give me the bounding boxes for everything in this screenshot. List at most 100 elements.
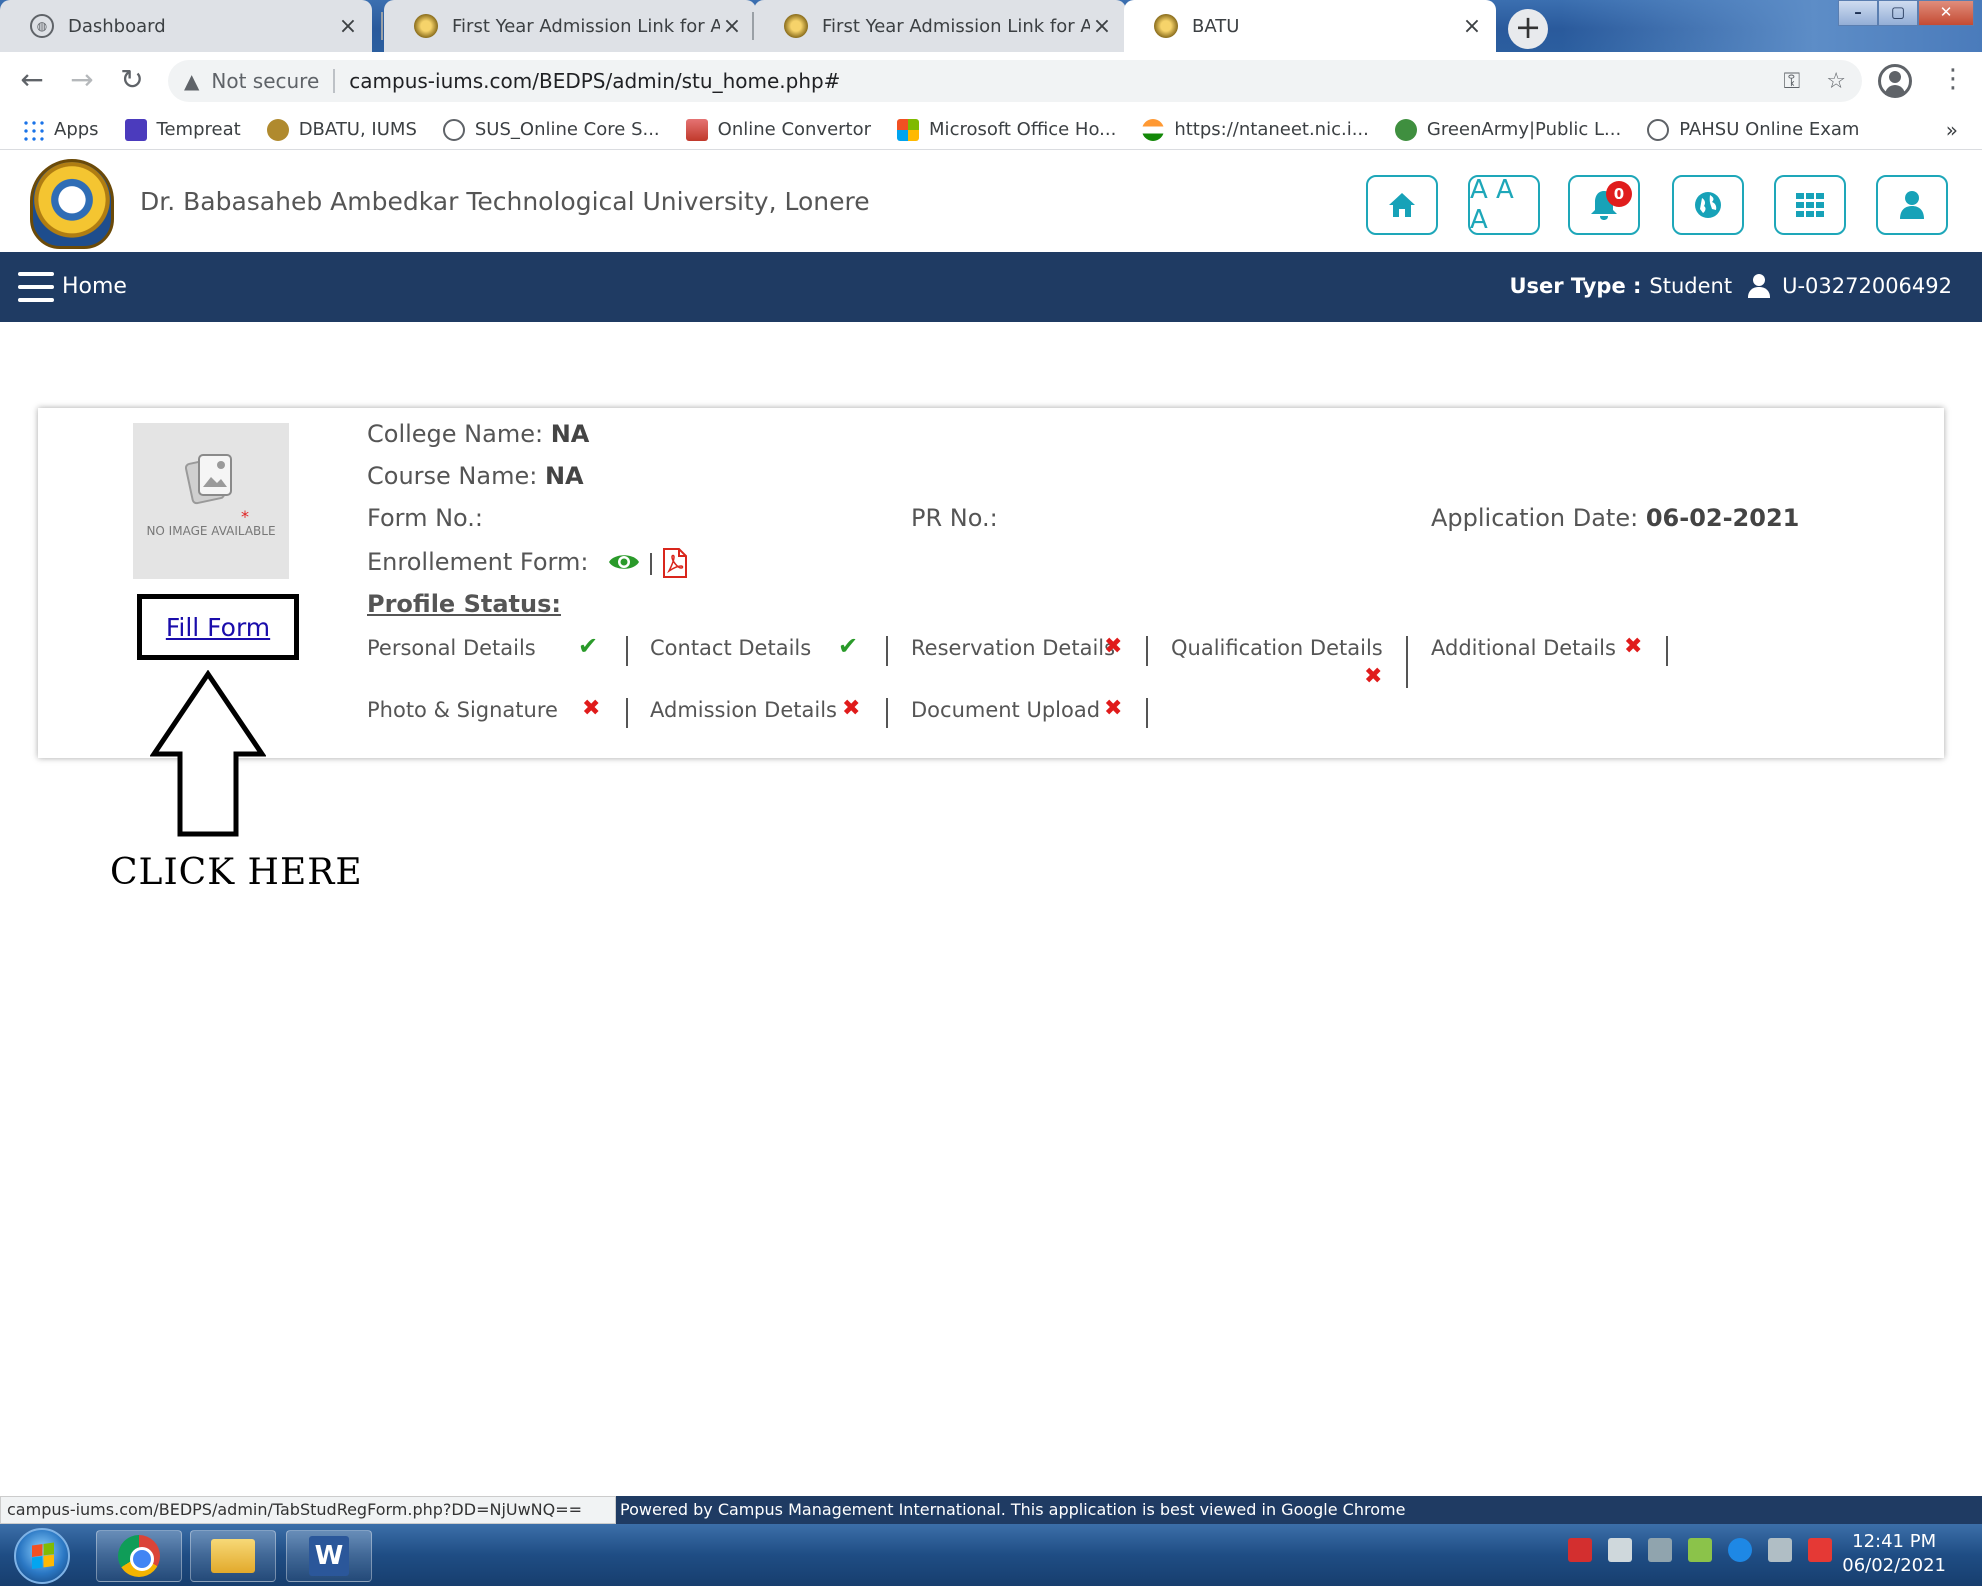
star-icon[interactable]: ☆ [1826, 69, 1846, 94]
status-personal-details[interactable]: Personal Details [367, 636, 536, 660]
university-logo[interactable] [30, 159, 114, 249]
university-seal-icon [1154, 14, 1178, 38]
pdf-icon[interactable] [662, 548, 688, 578]
nav-home-link[interactable]: Home [62, 274, 127, 299]
bookmark-greenarmy[interactable]: GreenArmy|Public L... [1394, 118, 1621, 141]
apps-grid-button[interactable] [1774, 175, 1846, 235]
grid-icon [1796, 193, 1824, 217]
divider [1146, 636, 1148, 666]
form-no: Form No.: [367, 504, 484, 532]
hamburger-menu-icon[interactable] [18, 272, 54, 304]
check-icon: ✔ [578, 632, 599, 660]
home-button[interactable] [1366, 175, 1438, 235]
tab-close-icon[interactable]: × [1090, 14, 1114, 39]
action-center-flag-icon[interactable] [1808, 1538, 1832, 1562]
devices-tray-icon[interactable] [1648, 1538, 1672, 1562]
security-label[interactable]: Not secure [211, 69, 319, 93]
user-type-value: Student [1649, 274, 1733, 298]
tab-title: First Year Admission Link for All C [452, 15, 720, 37]
clock-date: 06/02/2021 [1842, 1555, 1946, 1576]
update-tray-icon[interactable] [1728, 1538, 1752, 1562]
status-contact-details[interactable]: Contact Details [650, 636, 811, 660]
key-icon[interactable]: ⚿ [1784, 69, 1801, 94]
tab-close-icon[interactable]: × [1460, 14, 1484, 39]
browser-toolbar: ← → ↻ ▲ Not secure campus-iums.com/BEDPS… [0, 52, 1982, 110]
tab-admission-link-2[interactable]: First Year Admission Link for All C × [754, 0, 1126, 52]
close-window-button[interactable]: ✕ [1918, 0, 1974, 26]
menu-dots-icon[interactable]: ⋮ [1940, 62, 1966, 98]
notification-badge: 0 [1606, 181, 1632, 207]
cross-icon: ✖ [1624, 634, 1643, 659]
site-footer: Powered by Campus Management Internation… [616, 1496, 1982, 1524]
window-controls: – ▢ ✕ [1838, 0, 1974, 26]
search-tray-icon[interactable] [1568, 1538, 1592, 1562]
bookmark-sus-online[interactable]: SUS_Online Core S... [442, 118, 660, 141]
language-button[interactable] [1672, 175, 1744, 235]
user-type-label: User Type : [1509, 274, 1642, 298]
minimize-button[interactable]: – [1838, 0, 1878, 26]
volume-tray-icon[interactable] [1768, 1538, 1792, 1562]
college-name: College Name: NA [367, 420, 590, 448]
more-bookmarks-icon[interactable]: » [1946, 118, 1958, 142]
tab-close-icon[interactable]: × [336, 14, 360, 39]
bookmark-tempreat[interactable]: Tempreat [124, 118, 241, 141]
tab-admission-link-1[interactable]: First Year Admission Link for All C × [384, 0, 756, 52]
status-photo-signature[interactable]: Photo & Signature [367, 698, 558, 722]
status-reservation-details[interactable]: Reservation Details [911, 636, 1115, 660]
status-qualification-details[interactable]: Qualification Details [1171, 636, 1383, 660]
apps-grid-icon [22, 118, 44, 141]
view-eye-icon[interactable] [608, 550, 640, 574]
bookmark-online-convertor[interactable]: Online Convertor [685, 118, 871, 141]
tab-batu[interactable]: BATU × [1124, 0, 1496, 52]
network-tray-icon[interactable] [1608, 1538, 1632, 1562]
taskbar-word[interactable]: W [286, 1530, 372, 1582]
browser-tab-strip: ◍ Dashboard × First Year Admission Link … [0, 0, 1982, 52]
font-size-button[interactable]: A A A [1468, 175, 1540, 235]
bookmark-apps[interactable]: Apps [22, 118, 99, 141]
url-text[interactable]: campus-iums.com/BEDPS/admin/stu_home.php… [349, 69, 840, 93]
address-bar[interactable]: ▲ Not secure campus-iums.com/BEDPS/admin… [168, 60, 1862, 102]
divider [1406, 636, 1408, 688]
new-tab-button[interactable]: + [1508, 9, 1548, 49]
check-icon: ✔ [838, 632, 859, 660]
bookmark-dbatu-iums[interactable]: DBATU, IUMS [266, 118, 417, 141]
system-clock[interactable]: 12:41 PM 06/02/2021 [1842, 1530, 1946, 1578]
start-button[interactable] [14, 1528, 70, 1584]
user-profile-button[interactable] [1876, 175, 1948, 235]
list-icon [124, 118, 147, 141]
pr-no: PR No.: [911, 504, 998, 532]
power-tray-icon[interactable] [1688, 1538, 1712, 1562]
tab-dashboard[interactable]: ◍ Dashboard × [0, 0, 372, 52]
user-id: U-03272006492 [1782, 274, 1952, 298]
warning-icon[interactable]: ▲ [184, 69, 199, 93]
bookmarks-bar: Apps Tempreat DBATU, IUMS SUS_Online Cor… [0, 110, 1982, 150]
bookmark-microsoft-office[interactable]: Microsoft Office Ho... [897, 118, 1116, 141]
jpg-pdf-icon [685, 118, 708, 141]
divider [1666, 636, 1668, 666]
notifications-button[interactable]: 0 [1568, 175, 1640, 235]
taskbar-chrome[interactable] [96, 1530, 182, 1582]
cross-icon: ✖ [842, 696, 861, 721]
click-here-annotation: CLICK HERE [110, 852, 363, 893]
word-icon: W [309, 1536, 349, 1576]
student-photo-placeholder: * NO IMAGE AVAILABLE [133, 423, 289, 579]
home-icon [1389, 193, 1415, 217]
application-date: Application Date: 06-02-2021 [1431, 504, 1800, 532]
bookmark-pahsu[interactable]: PAHSU Online Exam [1647, 118, 1859, 141]
status-additional-details[interactable]: Additional Details [1431, 636, 1616, 660]
status-admission-details[interactable]: Admission Details [650, 698, 837, 722]
cross-icon: ✖ [1104, 696, 1123, 721]
user-icon [1900, 191, 1924, 219]
status-document-upload[interactable]: Document Upload [911, 698, 1100, 722]
tab-close-icon[interactable]: × [720, 14, 744, 39]
bookmark-ntaneet[interactable]: https://ntaneet.nic.i... [1142, 118, 1369, 141]
up-arrow-icon [150, 670, 266, 837]
maximize-button[interactable]: ▢ [1878, 0, 1918, 26]
fill-form-link[interactable]: Fill Form [142, 613, 294, 642]
taskbar-explorer[interactable] [190, 1530, 276, 1582]
reload-icon[interactable]: ↻ [114, 62, 150, 98]
profile-icon[interactable] [1878, 64, 1912, 98]
back-icon[interactable]: ← [14, 62, 50, 98]
forward-icon[interactable]: → [64, 62, 100, 98]
university-seal-icon [784, 14, 808, 38]
